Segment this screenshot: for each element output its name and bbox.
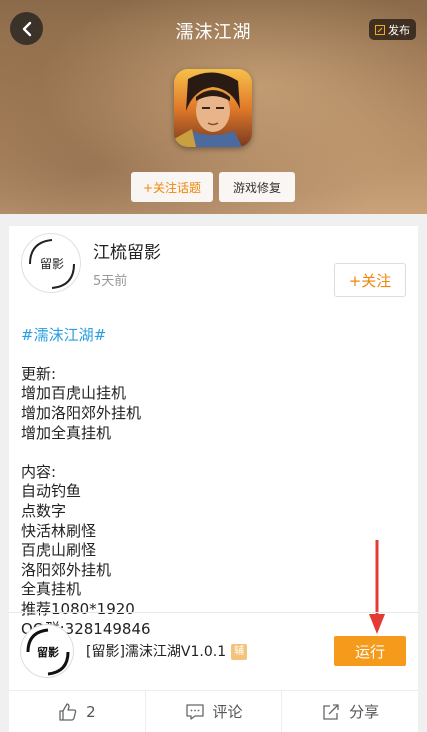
app-name[interactable]: [留影]濡沫江湖V1.0.1 辅 [86,641,248,661]
avatar[interactable]: 留影 [21,233,81,293]
follow-topic-button[interactable]: +关注话题 [131,172,213,202]
comment-icon [185,703,204,720]
assist-badge: 辅 [231,644,248,660]
game-icon [174,69,252,147]
comment-button[interactable]: 评论 [146,691,283,732]
avatar-text: 留影 [40,257,64,271]
like-button[interactable]: 2 [9,691,146,732]
app-logo-text: 留影 [37,645,59,659]
divider [9,612,418,613]
publish-label: 发布 [388,23,410,37]
topic-header: 濡沫江湖 发布 +关注话题 游戏修复 [0,0,427,214]
share-label: 分享 [349,703,380,721]
author-name[interactable]: 江梳留影 [93,238,161,263]
game-repair-button[interactable]: 游戏修复 [219,172,295,202]
post-card: 留影 江梳留影 5天前 +关注 #濡沫江湖# 更新: 增加百虎山挂机 增加洛阳郊… [9,226,418,732]
thumbs-up-icon [59,702,77,721]
post-time: 5天前 [93,274,128,289]
post-actions: 2 评论 分享 [9,690,418,732]
page-title: 濡沫江湖 [175,22,252,43]
app-name-text: [留影]濡沫江湖V1.0.1 [86,644,227,660]
topic-hashtag[interactable]: #濡沫江湖# [21,326,401,346]
like-count: 2 [86,702,96,721]
edit-icon [375,24,385,35]
comment-label: 评论 [212,703,243,721]
share-icon [323,703,339,720]
follow-button[interactable]: +关注 [334,263,406,297]
app-logo[interactable]: 留影 [20,624,74,678]
post-content: #濡沫江湖# 更新: 增加百虎山挂机 增加洛阳郊外挂机 增加全真挂机 内容: 自… [21,306,401,639]
publish-button[interactable]: 发布 [369,19,416,40]
arrow-down-icon [369,540,385,634]
post-body: 更新: 增加百虎山挂机 增加洛阳郊外挂机 增加全真挂机 内容: 自动钓鱼 点数字… [21,364,151,638]
run-button[interactable]: 运行 [334,636,406,666]
share-button[interactable]: 分享 [282,691,418,732]
